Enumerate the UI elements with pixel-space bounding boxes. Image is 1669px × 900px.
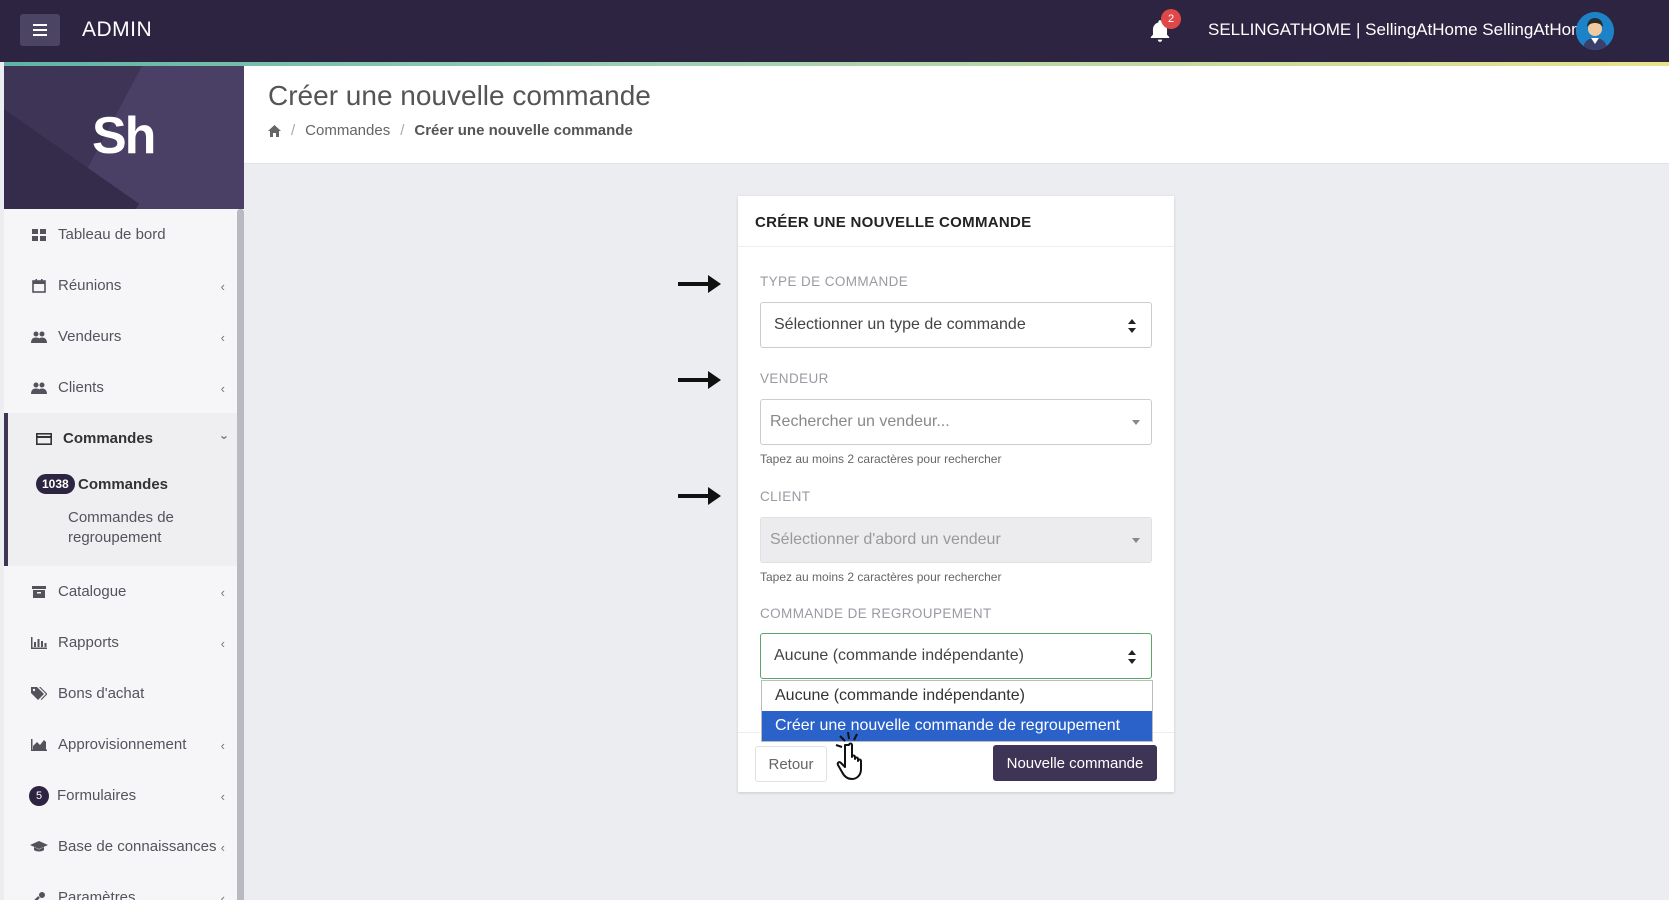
sidebar-item-rapports[interactable]: Rapports ‹	[4, 617, 237, 668]
regroupement-options-list: Aucune (commande indépendante) Créer une…	[761, 680, 1153, 742]
sidebar-item-label: Rapports	[58, 634, 119, 651]
bar-chart-icon	[30, 636, 48, 650]
wrench-icon	[30, 891, 48, 900]
sidebar-item-parametres[interactable]: Paramètres ‹	[4, 872, 237, 900]
home-icon[interactable]	[268, 124, 281, 137]
sidebar-logo-area: Sh	[4, 66, 244, 209]
sidebar-item-reunions[interactable]: Réunions ‹	[4, 260, 237, 311]
archive-icon	[30, 585, 48, 599]
vendeur-label: VENDEUR	[760, 371, 829, 386]
sidebar-item-label: Catalogue	[58, 583, 127, 600]
arrow-right-icon	[678, 275, 721, 293]
area-chart-icon	[30, 738, 48, 752]
page-header: Créer une nouvelle commande / Commandes …	[244, 66, 1669, 164]
sidebar-item-label: Formulaires	[57, 787, 137, 804]
new-order-button[interactable]: Nouvelle commande	[993, 745, 1157, 781]
order-type-label: TYPE DE COMMANDE	[760, 274, 909, 289]
chevron-left-icon: ‹	[220, 381, 225, 396]
dashboard-icon	[30, 228, 48, 242]
chevron-left-icon: ‹	[220, 636, 225, 651]
sidebar-item-label: Paramètres	[58, 889, 136, 900]
sort-icon	[1128, 319, 1136, 333]
sidebar-item-formulaires[interactable]: 5 Formulaires ‹	[4, 770, 237, 821]
option-nouvelle-regroupement[interactable]: Créer une nouvelle commande de regroupem…	[762, 711, 1152, 741]
calendar-icon	[30, 278, 48, 293]
forms-count-badge: 5	[29, 785, 49, 806]
sidebar-subitem-commandes[interactable]: Commandes 1038	[8, 464, 237, 504]
sidebar-item-label: Réunions	[58, 277, 122, 294]
chevron-left-icon: ‹	[220, 789, 225, 804]
sidebar-item-commandes[interactable]: Commandes ‹	[8, 413, 237, 464]
sidebar-item-label: Base de connaissances	[58, 838, 217, 855]
menu-toggle-button[interactable]	[20, 14, 60, 46]
chevron-left-icon: ‹	[220, 330, 225, 345]
sidebar-item-clients[interactable]: Clients ‹	[4, 362, 237, 413]
breadcrumb-current: Créer une nouvelle commande	[414, 122, 633, 139]
vendeur-help-text: Tapez au moins 2 caractères pour recherc…	[760, 452, 1002, 466]
option-aucune[interactable]: Aucune (commande indépendante)	[762, 681, 1152, 711]
card-title: CRÉER UNE NOUVELLE COMMANDE	[755, 214, 1032, 231]
sidebar-item-base-de-connaissances[interactable]: Base de connaissances ‹	[4, 821, 237, 872]
graduation-cap-icon	[30, 840, 48, 854]
top-navbar: ADMIN 2 SELLINGATHOME | SellingAtHome Se…	[0, 0, 1669, 62]
vendeur-search-select[interactable]: Rechercher un vendeur...	[760, 399, 1152, 445]
chevron-left-icon: ‹	[220, 585, 225, 600]
chevron-down-icon: ‹	[215, 435, 231, 440]
sidebar-item-bons-achat[interactable]: Bons d'achat	[4, 668, 237, 719]
brand-label: ADMIN	[82, 18, 153, 41]
notification-badge: 2	[1161, 9, 1181, 29]
avatar[interactable]	[1576, 12, 1614, 50]
tags-icon	[30, 686, 48, 701]
sidebar-item-label: Approvisionnement	[58, 736, 187, 753]
chevron-left-icon: ‹	[220, 891, 225, 900]
logo[interactable]: Sh	[92, 106, 156, 166]
client-label: CLIENT	[760, 489, 811, 504]
credit-card-icon	[35, 432, 53, 446]
chevron-left-icon: ‹	[220, 840, 225, 855]
sidebar-group-commandes: Commandes ‹ Commandes 1038 Commandes de …	[4, 413, 237, 566]
sidebar-item-label: Clients	[58, 379, 104, 396]
arrow-right-icon	[678, 371, 721, 389]
sidebar-item-approvisionnement[interactable]: Approvisionnement ‹	[4, 719, 237, 770]
sidebar-subitem-label: Commandes de regroupement	[68, 509, 174, 546]
client-help-text: Tapez au moins 2 caractères pour recherc…	[760, 570, 1002, 584]
page-title: Créer une nouvelle commande	[268, 80, 651, 111]
sidebar-item-vendeurs[interactable]: Vendeurs ‹	[4, 311, 237, 362]
sort-icon	[1128, 650, 1136, 664]
avatar-icon	[1576, 12, 1614, 50]
users-icon	[30, 381, 48, 395]
sidebar-item-catalogue[interactable]: Catalogue ‹	[4, 566, 237, 617]
chevron-left-icon: ‹	[220, 738, 225, 753]
hand-cursor-icon	[835, 731, 862, 780]
back-button[interactable]: Retour	[755, 746, 827, 782]
hamburger-icon	[33, 24, 47, 26]
breadcrumb-link-commandes[interactable]: Commandes	[305, 122, 390, 139]
sidebar-item-tableau-de-bord[interactable]: Tableau de bord	[4, 209, 237, 260]
sidebar-subitem-label: Commandes	[78, 475, 169, 493]
sidebar: Sh Tableau de bord Réunions ‹ Vendeurs ‹	[4, 66, 244, 900]
sidebar-item-label: Tableau de bord	[58, 226, 166, 243]
regroupement-label: COMMANDE DE REGROUPEMENT	[760, 606, 992, 621]
order-type-select[interactable]: Sélectionner un type de commande	[760, 302, 1152, 348]
user-name[interactable]: SELLINGATHOME | SellingAtHome SellingAtH…	[1208, 20, 1595, 40]
sidebar-item-label: Vendeurs	[58, 328, 122, 345]
sidebar-nav: Tableau de bord Réunions ‹ Vendeurs ‹ Cl…	[4, 209, 237, 900]
chevron-left-icon: ‹	[220, 279, 225, 294]
sidebar-subitem-commandes-regroupement[interactable]: Commandes de regroupement	[8, 504, 188, 566]
orders-count-badge: 1038	[36, 474, 75, 494]
users-icon	[30, 330, 48, 344]
breadcrumb: / Commandes / Créer une nouvelle command…	[268, 122, 633, 139]
sidebar-scrollbar[interactable]	[237, 209, 244, 900]
caret-down-icon	[1132, 538, 1140, 543]
arrow-right-icon	[678, 487, 721, 505]
regroupement-select[interactable]: Aucune (commande indépendante)	[760, 633, 1152, 679]
sidebar-item-label: Commandes	[63, 430, 154, 447]
client-select: Sélectionner d'abord un vendeur	[760, 517, 1152, 563]
caret-down-icon	[1132, 420, 1140, 425]
sidebar-item-label: Bons d'achat	[58, 685, 145, 702]
